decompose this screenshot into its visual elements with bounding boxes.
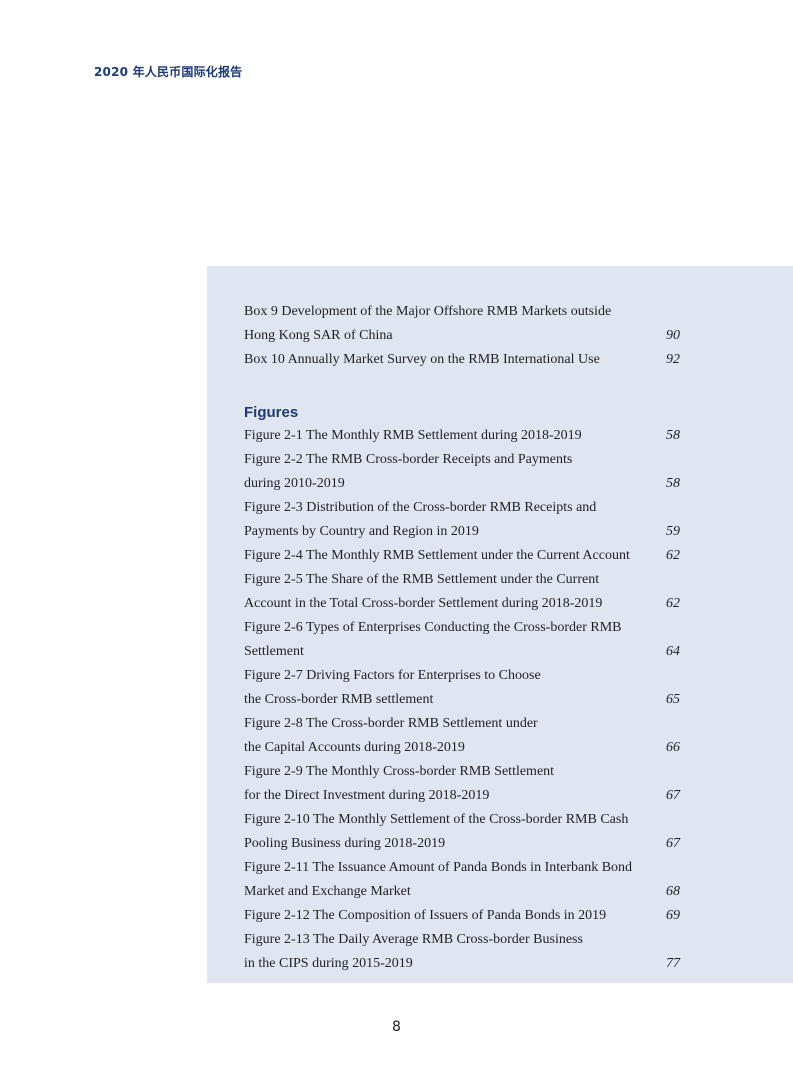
toc-entry-line: Figure 2-7 Driving Factors for Enterpris… <box>244 668 541 683</box>
toc-page-number: 90 <box>666 328 680 343</box>
toc-entry-line: Figure 2-9 The Monthly Cross-border RMB … <box>244 764 555 779</box>
toc-entry-line: Figure 2-6 Types of Enterprises Conducti… <box>244 620 622 635</box>
toc-entry-line: Payments by Country and Region in 2019 <box>244 524 479 539</box>
toc-page-number: 65 <box>666 692 680 707</box>
toc-page-number: 64 <box>666 644 680 659</box>
toc-entry-line: Figure 2-3 Distribution of the Cross-bor… <box>244 500 597 515</box>
toc-page-number: 66 <box>666 740 680 755</box>
toc-entry-line: Account in the Total Cross-border Settle… <box>244 596 603 611</box>
toc-entry-figure-2-10[interactable]: Figure 2-10 The Monthly Settlement of th… <box>244 808 680 856</box>
toc-entry-figure-2-8[interactable]: Figure 2-8 The Cross-border RMB Settleme… <box>244 712 680 760</box>
toc-entry-line: Figure 2-2 The RMB Cross-border Receipts… <box>244 452 573 467</box>
toc-entry-figure-2-1[interactable]: Figure 2-1 The Monthly RMB Settlement du… <box>244 424 680 448</box>
toc-entry-line: Box 9 Development of the Major Offshore … <box>244 304 612 319</box>
toc-entry-line: in the CIPS during 2015-2019 <box>244 956 413 971</box>
toc-page-number: 67 <box>666 836 680 851</box>
toc-entry-line: Market and Exchange Market <box>244 884 411 899</box>
toc-entry-line: during 2010-2019 <box>244 476 345 491</box>
toc-entry-line: the Cross-border RMB settlement <box>244 692 434 707</box>
toc-list: Box 9 Development of the Major Offshore … <box>244 300 680 976</box>
toc-entry-figure-2-9[interactable]: Figure 2-9 The Monthly Cross-border RMB … <box>244 760 680 808</box>
toc-entry-line: Figure 2-11 The Issuance Amount of Panda… <box>244 860 633 875</box>
toc-entry-line: Box 10 Annually Market Survey on the RMB… <box>244 352 600 367</box>
toc-entry-box-9[interactable]: Box 9 Development of the Major Offshore … <box>244 300 680 348</box>
toc-page-number: 58 <box>666 428 680 443</box>
toc-entry-line: the Capital Accounts during 2018-2019 <box>244 740 465 755</box>
toc-entry-figure-2-4[interactable]: Figure 2-4 The Monthly RMB Settlement un… <box>244 544 680 568</box>
toc-entry-box-10[interactable]: Box 10 Annually Market Survey on the RMB… <box>244 348 680 372</box>
toc-entry-line: Settlement <box>244 644 304 659</box>
toc-page-number: 69 <box>666 908 680 923</box>
toc-entry-figure-2-2[interactable]: Figure 2-2 The RMB Cross-border Receipts… <box>244 448 680 496</box>
figures-heading: Figures <box>244 404 299 421</box>
toc-page-number: 58 <box>666 476 680 491</box>
toc-entry-line: Figure 2-13 The Daily Average RMB Cross-… <box>244 932 583 947</box>
toc-entry-figure-2-13[interactable]: Figure 2-13 The Daily Average RMB Cross-… <box>244 928 680 976</box>
toc-page-number: 62 <box>666 548 680 563</box>
toc-entry-line: Figure 2-4 The Monthly RMB Settlement un… <box>244 548 630 563</box>
toc-entry-line: Pooling Business during 2018-2019 <box>244 836 446 851</box>
toc-page-number: 92 <box>666 352 680 367</box>
toc-entry-line: Figure 2-8 The Cross-border RMB Settleme… <box>244 716 538 731</box>
toc-page-number: 77 <box>666 956 680 971</box>
running-header: 2020 年人民币国际化报告 <box>94 65 243 79</box>
toc-entry-line: Figure 2-12 The Composition of Issuers o… <box>244 908 607 923</box>
toc-page-number: 67 <box>666 788 680 803</box>
toc-entry-figure-2-12[interactable]: Figure 2-12 The Composition of Issuers o… <box>244 904 680 928</box>
toc-entry-figure-2-3[interactable]: Figure 2-3 Distribution of the Cross-bor… <box>244 496 680 544</box>
toc-entry-figure-2-5[interactable]: Figure 2-5 The Share of the RMB Settleme… <box>244 568 680 616</box>
toc-entry-line: Hong Kong SAR of China <box>244 328 393 343</box>
toc-entry-line: Figure 2-1 The Monthly RMB Settlement du… <box>244 428 582 443</box>
toc-entry-figure-2-6[interactable]: Figure 2-6 Types of Enterprises Conducti… <box>244 616 680 664</box>
toc-page-number: 68 <box>666 884 680 899</box>
toc-entry-line: for the Direct Investment during 2018-20… <box>244 788 490 803</box>
toc-page-number: 59 <box>666 524 680 539</box>
toc-entry-line: Figure 2-10 The Monthly Settlement of th… <box>244 812 629 827</box>
toc-page-number: 62 <box>666 596 680 611</box>
page-number: 8 <box>392 1019 401 1035</box>
toc-panel: Box 9 Development of the Major Offshore … <box>207 266 793 983</box>
toc-entry-line: Figure 2-5 The Share of the RMB Settleme… <box>244 572 600 587</box>
toc-entry-figure-2-7[interactable]: Figure 2-7 Driving Factors for Enterpris… <box>244 664 680 712</box>
toc-entry-figure-2-11[interactable]: Figure 2-11 The Issuance Amount of Panda… <box>244 856 680 904</box>
